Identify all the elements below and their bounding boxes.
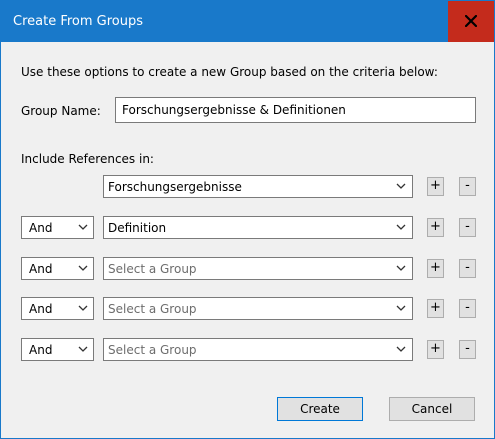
criteria-row: And Definition + - [1,216,495,239]
group-select-value: Definition [108,221,167,235]
intro-text: Use these options to create a new Group … [21,65,438,79]
chevron-down-icon [396,305,406,311]
add-row-button[interactable]: + [427,340,444,359]
remove-row-button[interactable]: - [459,259,476,278]
chevron-down-icon [396,265,406,271]
chevron-down-icon [396,183,406,189]
group-name-input[interactable]: Forschungsergebnisse & Definitionen [115,97,476,123]
close-icon [465,15,477,27]
criteria-row: And Select a Group + - [1,338,495,361]
operator-select[interactable]: And [21,216,94,239]
group-select[interactable]: Select a Group [103,338,413,361]
add-row-button[interactable]: + [427,177,444,196]
operator-select[interactable]: And [21,257,94,280]
group-select-placeholder: Select a Group [108,302,197,316]
remove-row-button[interactable]: - [459,177,476,196]
chevron-down-icon [78,265,88,271]
create-button[interactable]: Create [277,397,363,421]
group-select[interactable]: Definition [103,216,413,239]
operator-select-value: And [29,302,53,316]
create-from-groups-dialog: Create From Groups Use these options to … [0,0,495,439]
cancel-button[interactable]: Cancel [389,397,475,421]
group-select-placeholder: Select a Group [108,262,197,276]
chevron-down-icon [78,224,88,230]
operator-select[interactable]: And [21,338,94,361]
chevron-down-icon [78,305,88,311]
criteria-row: And Select a Group + - [1,297,495,320]
operator-select-value: And [29,221,53,235]
title-bar: Create From Groups [1,1,494,42]
operator-select-value: And [29,343,53,357]
criteria-row: And Select a Group + - [1,257,495,280]
include-references-label: Include References in: [21,152,154,166]
operator-select-value: And [29,262,53,276]
group-select[interactable]: Select a Group [103,297,413,320]
chevron-down-icon [78,346,88,352]
group-select[interactable]: Forschungsergebnisse [103,175,413,198]
group-select-placeholder: Select a Group [108,343,197,357]
remove-row-button[interactable]: - [459,218,476,237]
remove-row-button[interactable]: - [459,299,476,318]
operator-select[interactable]: And [21,297,94,320]
chevron-down-icon [396,224,406,230]
group-select[interactable]: Select a Group [103,257,413,280]
group-name-label: Group Name: [21,104,101,118]
add-row-button[interactable]: + [427,218,444,237]
chevron-down-icon [396,346,406,352]
close-button[interactable] [448,1,494,42]
criteria-row: Forschungsergebnisse + - [1,175,495,198]
remove-row-button[interactable]: - [459,340,476,359]
group-select-value: Forschungsergebnisse [108,180,242,194]
add-row-button[interactable]: + [427,299,444,318]
add-row-button[interactable]: + [427,259,444,278]
window-title: Create From Groups [13,14,144,29]
